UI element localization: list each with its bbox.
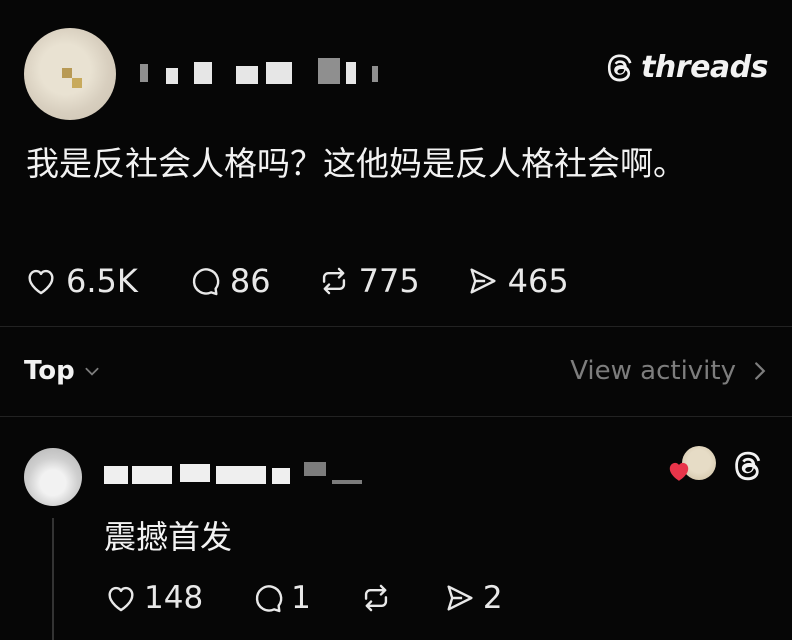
repost-count: 775 — [358, 262, 420, 300]
share-icon — [470, 268, 496, 294]
comment-reply-button[interactable]: 1 — [251, 580, 311, 616]
chevron-down-icon — [85, 367, 99, 376]
post-actions: 6.5K 86 775 465 — [24, 262, 569, 300]
repost-button[interactable]: 775 — [317, 262, 420, 300]
commenter-name-redacted[interactable] — [104, 462, 364, 484]
repost-icon — [322, 267, 345, 295]
divider — [0, 416, 792, 417]
chevron-right-icon — [755, 362, 766, 380]
heart-icon — [669, 462, 689, 481]
thread-line — [52, 518, 54, 640]
comment-share-count: 2 — [482, 580, 503, 616]
like-button[interactable]: 6.5K — [24, 262, 138, 300]
sort-dropdown[interactable]: Top — [24, 356, 101, 386]
comment-icon — [256, 585, 283, 613]
repost-icon — [364, 584, 388, 612]
author-liked-badge — [666, 444, 718, 484]
threads-logo-icon — [608, 54, 632, 81]
share-icon — [447, 585, 473, 611]
view-activity-label: View activity — [570, 356, 736, 386]
divider — [0, 326, 792, 327]
author-avatar[interactable] — [24, 28, 116, 120]
commenter-avatar[interactable] — [24, 448, 82, 506]
heart-icon — [108, 586, 134, 612]
post-text: 我是反社会人格吗？这他妈是反人格社会啊。 — [26, 144, 686, 183]
comment-share-button[interactable]: 2 — [443, 580, 503, 616]
comment-reply-count: 1 — [291, 580, 311, 616]
comment-count: 86 — [229, 262, 271, 300]
comment-actions: 148 1 2 — [104, 580, 503, 616]
view-activity-link[interactable]: View activity — [570, 356, 768, 386]
comment-like-count: 148 — [144, 580, 204, 616]
comment-repost-button[interactable] — [359, 581, 399, 615]
comment-button[interactable]: 86 — [188, 262, 271, 300]
share-count: 465 — [507, 262, 569, 300]
threads-brand: threads — [603, 50, 768, 85]
sort-label: Top — [24, 356, 75, 386]
comment-text: 震撼首发 — [104, 518, 233, 556]
brand-wordmark: threads — [641, 50, 768, 85]
author-name-redacted[interactable] — [140, 58, 390, 86]
like-count: 6.5K — [66, 262, 138, 300]
threads-logo-icon[interactable] — [730, 448, 766, 484]
share-button[interactable]: 465 — [466, 262, 569, 300]
comment-like-button[interactable]: 148 — [104, 580, 203, 616]
heart-icon — [28, 269, 54, 295]
comment-icon — [192, 268, 220, 296]
